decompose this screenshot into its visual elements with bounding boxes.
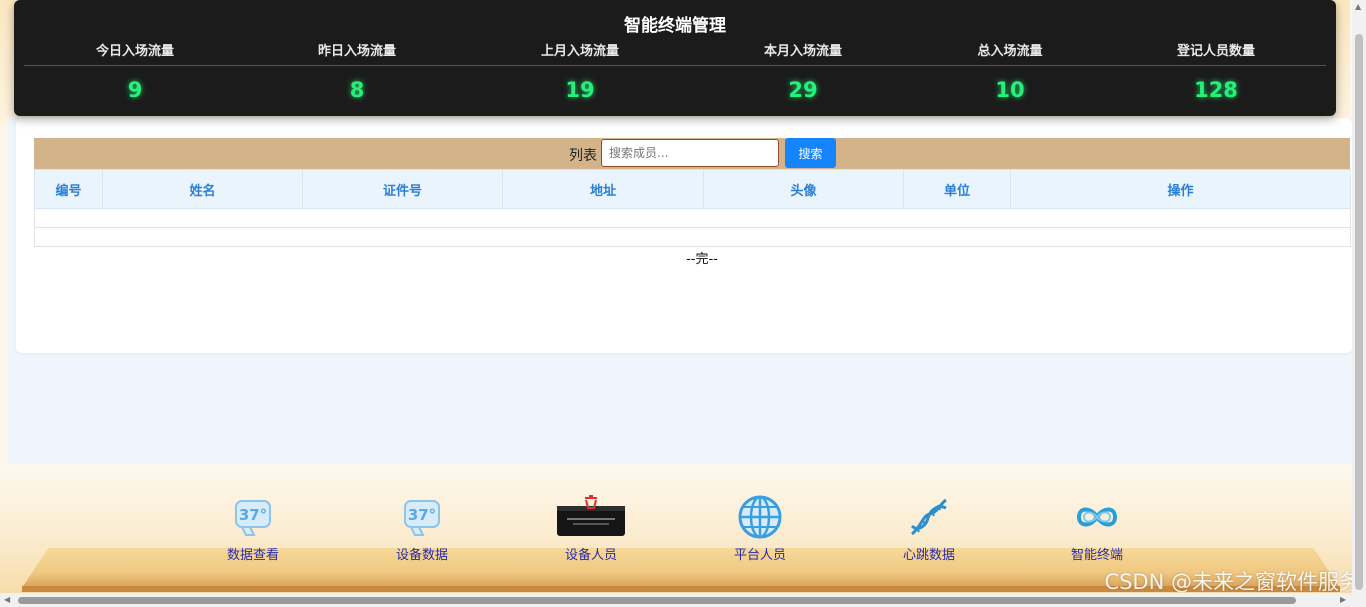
- horizontal-scrollbar[interactable]: ◀ ▶: [0, 593, 1352, 607]
- search-input[interactable]: [601, 139, 779, 167]
- nav-heartbeat-data[interactable]: 心跳数据: [884, 492, 974, 563]
- stat-total: 总入场流量 10: [910, 40, 1110, 102]
- stat-yesterday: 昨日入场流量 8: [257, 40, 457, 102]
- stat-label: 上月入场流量: [540, 44, 619, 59]
- stat-this-month: 本月入场流量 29: [703, 40, 903, 102]
- thermometer-37-icon: 37°: [208, 492, 298, 542]
- stat-label: 本月入场流量: [763, 44, 842, 59]
- scroll-left-icon[interactable]: ◀: [4, 595, 10, 604]
- nav-data-view[interactable]: 37° 数据查看: [208, 492, 298, 563]
- stat-value: 19: [565, 78, 595, 102]
- nav-device-data[interactable]: 37° 设备数据: [377, 492, 467, 563]
- stat-value: 9: [127, 78, 143, 102]
- list-end-text: --完--: [686, 252, 718, 267]
- stat-today: 今日入场流量 9: [35, 40, 235, 102]
- member-table: 编号 姓名 证件号 地址 头像 单位 操作: [34, 169, 1351, 247]
- nav-device-personnel[interactable]: 设备人员: [546, 492, 636, 563]
- scroll-up-icon[interactable]: ▲: [1355, 2, 1361, 11]
- nav-label: 平台人员: [733, 548, 786, 563]
- table-row: [34, 208, 1351, 228]
- nav-label: 智能终端: [1070, 548, 1123, 563]
- vertical-scrollbar[interactable]: ▲: [1352, 0, 1366, 607]
- search-button[interactable]: 搜索: [785, 138, 836, 168]
- nav-label: 心跳数据: [902, 548, 955, 563]
- stat-label: 昨日入场流量: [317, 44, 396, 59]
- divider: [24, 65, 1326, 66]
- stat-value: 8: [349, 78, 365, 102]
- list-label: 列表: [569, 148, 597, 164]
- stat-label: 今日入场流量: [95, 44, 174, 59]
- list-toolbar: 列表 搜索: [34, 138, 1350, 169]
- nav-label: 数据查看: [226, 548, 279, 563]
- stat-value: 29: [788, 78, 818, 102]
- column-header-name[interactable]: 姓名: [102, 169, 303, 209]
- stat-value: 128: [1194, 78, 1238, 102]
- watermark: CSDN @未来之窗软件服务: [1104, 570, 1360, 594]
- table-header-row: 编号 姓名 证件号 地址 头像 单位 操作: [34, 169, 1351, 209]
- nav-platform-personnel[interactable]: 平台人员: [715, 492, 805, 563]
- svg-text:37°: 37°: [239, 506, 267, 524]
- stat-label: 总入场流量: [977, 44, 1043, 59]
- column-header-unit[interactable]: 单位: [903, 169, 1011, 209]
- nav-label: 设备人员: [564, 548, 617, 563]
- infinity-icon: [1052, 492, 1142, 542]
- thermometer-37-icon: 37°: [377, 492, 467, 542]
- page-title: 智能终端管理: [624, 16, 726, 36]
- column-header-id-number[interactable]: 证件号: [302, 169, 503, 209]
- column-header-address[interactable]: 地址: [502, 169, 704, 209]
- stat-last-month: 上月入场流量 19: [480, 40, 680, 102]
- stat-registered: 登记人员数量 128: [1116, 40, 1316, 102]
- table-row: [34, 227, 1351, 247]
- dna-icon: [884, 492, 974, 542]
- horizontal-scroll-thumb[interactable]: [18, 597, 1296, 604]
- nav-smart-terminal[interactable]: 智能终端: [1052, 492, 1142, 563]
- stats-header: 智能终端管理 今日入场流量 9 昨日入场流量 8 上月入场流量 19 本月入场流…: [14, 0, 1336, 116]
- svg-text:37°: 37°: [408, 506, 436, 524]
- column-header-actions[interactable]: 操作: [1010, 169, 1351, 209]
- column-header-id[interactable]: 编号: [34, 169, 103, 209]
- vertical-scroll-thumb[interactable]: [1355, 34, 1363, 590]
- stat-label: 登记人员数量: [1176, 44, 1255, 59]
- globe-icon: [715, 492, 805, 542]
- device-box-icon: [546, 492, 636, 542]
- column-header-avatar[interactable]: 头像: [703, 169, 904, 209]
- stat-value: 10: [995, 78, 1025, 102]
- nav-label: 设备数据: [395, 548, 448, 563]
- scroll-right-icon[interactable]: ▶: [1340, 595, 1346, 604]
